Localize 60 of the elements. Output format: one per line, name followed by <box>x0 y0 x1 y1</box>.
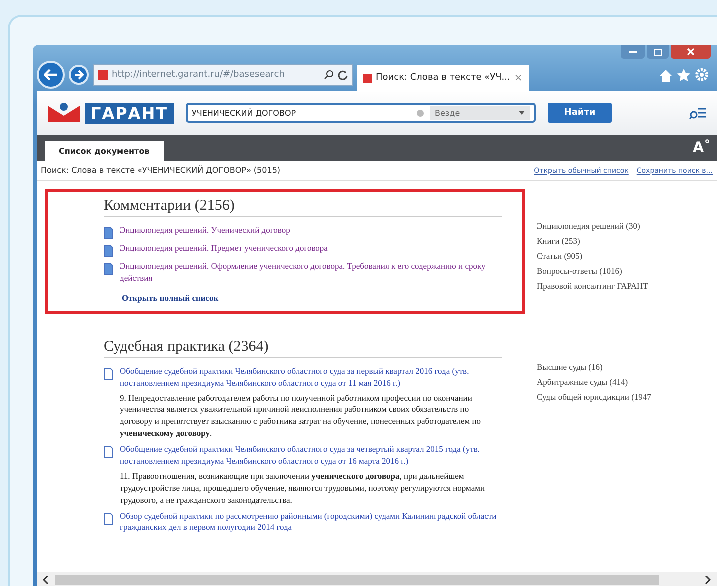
maximize-button[interactable] <box>647 45 669 59</box>
breadcrumb: Поиск: Слова в тексте «УЧЕНИЧЕСКИЙ ДОГОВОР» (5015) <box>41 166 281 175</box>
site-icon <box>98 70 108 80</box>
document-icon <box>104 512 114 525</box>
category-link[interactable]: Книги (253) <box>537 236 717 246</box>
text-snippet: 9. Непредоставление работодателем работы по полученной работником профессии по окончании ученичества является уважительной причиной неисполнения работником своих обязательств по договору и препятствует взысканию с работника затрат на обучение, понесенных работодателем по ученическому договору. <box>120 392 482 440</box>
tab-close-button[interactable]: × <box>514 72 523 84</box>
document-icon <box>104 446 114 458</box>
search-button[interactable]: Найти <box>548 103 612 123</box>
address-bar[interactable]: http://internet.garant.ru/#/basesearch <box>93 64 353 86</box>
forward-button[interactable] <box>69 65 89 85</box>
text-snippet: 11. Правоотношения, возникающие при заключении ученического договора, при дальнейшем трудоустройстве лица, прошедшего обучение, являются трудовыми, поэтому регулируются нормами трудового, а не гражданского законодательства. <box>120 470 486 507</box>
document-link[interactable]: Энциклопедия решений. Предмет ученического договора <box>120 243 328 255</box>
back-arrow-icon <box>44 69 58 81</box>
search-list-icon[interactable] <box>689 106 707 120</box>
document-link[interactable]: Обобщение судебной практики Челябинского областного суда за четвертый квартал 2015 года (утв. постановлением президиума Челябинского областного суда от 16 марта 2016 г.) <box>120 444 502 468</box>
category-link[interactable]: Арбитражные суды (414) <box>537 376 717 387</box>
category-link[interactable]: Статьи (905) <box>537 251 717 261</box>
document-tab[interactable]: Список документов <box>45 141 164 161</box>
star-icon[interactable] <box>677 68 691 82</box>
document-icon <box>104 227 114 239</box>
scroll-right-icon[interactable] <box>705 576 711 584</box>
document-link[interactable]: Энциклопедия решений. Ученический договор <box>120 225 290 237</box>
scope-dropdown[interactable]: Везде <box>430 106 530 120</box>
search-field[interactable]: УЧЕНИЧЕСКИЙ ДОГОВОР Везде <box>186 103 536 123</box>
document-link[interactable]: Обобщение судебной практики Челябинского областного суда за первый квартал 2016 года (утв. постановлением президиума Челябинского областного суда от 11 мая 2016 г.) <box>120 366 502 390</box>
maximize-icon <box>654 48 662 56</box>
clear-icon[interactable] <box>417 110 424 116</box>
category-link[interactable]: Суды общей юрисдикции (1947 <box>537 392 717 402</box>
document-link[interactable]: Обзор судебной практики по рассмотрению районными (городскими) судами Калининградской области гражданских дел в первом полугодии 2014 года <box>120 510 502 534</box>
open-full-list-link[interactable]: Открыть полный список <box>122 292 502 303</box>
close-icon <box>687 48 695 56</box>
search-icon <box>324 70 334 80</box>
forward-arrow-icon <box>74 70 84 80</box>
section-heading: Судебная практика (2364) <box>104 338 502 358</box>
document-icon <box>104 263 114 275</box>
category-link[interactable]: Высшие суды (16) <box>537 362 717 372</box>
document-icon <box>104 368 114 380</box>
minimize-button[interactable] <box>621 45 645 59</box>
logo: ГАРАНТ <box>85 102 174 124</box>
scroll-left-icon[interactable] <box>43 576 49 584</box>
document-link[interactable]: Энциклопедия решений. Оформление ученического договора. Требования к его содержанию и сроку действия <box>120 261 502 285</box>
settings-icon[interactable] <box>695 68 709 82</box>
browser-tab[interactable]: Поиск: Слова в тексте «УЧ... × <box>357 65 529 91</box>
back-button[interactable] <box>37 61 65 89</box>
document-icon <box>104 245 114 257</box>
category-link[interactable]: Вопросы-ответы (1016) <box>537 266 717 276</box>
section-heading: Комментарии (2156) <box>104 198 502 217</box>
horizontal-scrollbar[interactable] <box>37 572 717 586</box>
site-icon <box>363 74 372 82</box>
font-size-button[interactable]: A˚ <box>693 140 711 156</box>
category-link[interactable]: Правовой консалтинг ГАРАНТ <box>537 281 717 291</box>
minimize-icon <box>629 51 637 53</box>
tab-title: Поиск: Слова в тексте «УЧ... <box>376 73 510 83</box>
close-button[interactable] <box>671 45 711 59</box>
logo-emblem-icon <box>47 102 81 124</box>
category-link[interactable]: Энциклопедия решений (30) <box>537 221 717 231</box>
refresh-icon <box>338 70 348 80</box>
home-icon[interactable] <box>659 68 673 82</box>
caret-icon <box>519 111 525 115</box>
